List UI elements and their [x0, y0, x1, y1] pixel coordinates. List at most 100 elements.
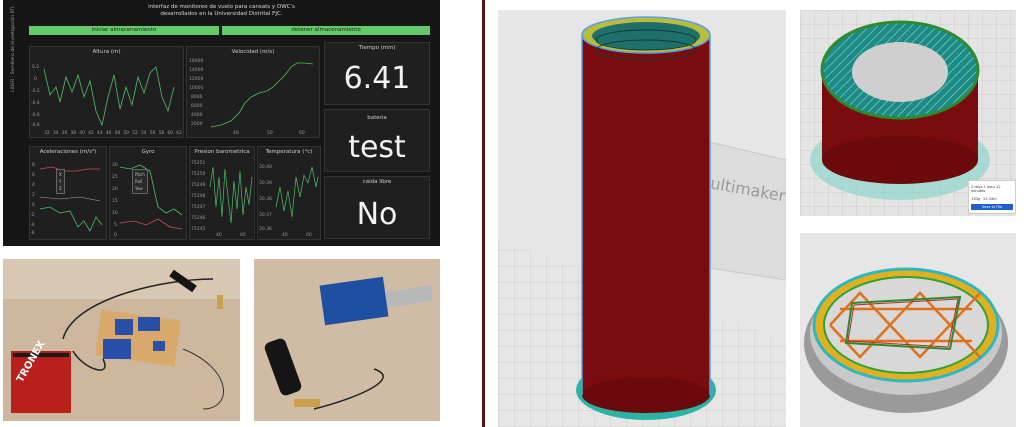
temp-xtick: 40	[282, 233, 288, 238]
altura-xtick: 54	[140, 131, 147, 136]
velocidad-ytick: 12000	[189, 77, 204, 82]
gyro-ytick: 30	[112, 163, 118, 168]
tiempo-value: 6.41	[343, 61, 411, 96]
velocidad-ytick: 4000	[191, 113, 203, 118]
caida-libre-panel: caida libre No	[324, 176, 430, 239]
altura-ytick: -0.4	[31, 101, 40, 106]
acel-ytick: -6	[30, 231, 35, 236]
presion-ytick: 75248	[191, 194, 206, 199]
xbee-photo-image	[254, 259, 440, 421]
acel-ytick: -2	[30, 213, 35, 218]
slicer-tall-cylinder-render	[498, 10, 786, 427]
slicer-view-tall-cylinder: ultimaker	[498, 10, 786, 427]
presion-chart: Presion barometrica 75251 75250 75249 75…	[189, 146, 255, 240]
presion-ytick: 75250	[191, 172, 206, 177]
start-storage-button[interactable]: iniciar almacenamiento	[29, 26, 219, 35]
legend-yaw: Yaw	[135, 186, 143, 191]
slicer-view-infill-disk	[800, 233, 1016, 427]
aceleraciones-legend: X Y Z	[56, 169, 65, 194]
velocidad-ytick: 2000	[191, 122, 203, 127]
altura-xtick: 46	[105, 131, 112, 136]
velocidad-chart: Velocidad (m/s) 16000 14000 12000 10000 …	[186, 46, 320, 138]
gyro-ytick: 5	[114, 223, 117, 228]
velocidad-xtick: 50	[267, 131, 273, 136]
print-estimate-popup: 2 days 1 hour 12 minutes 130g · 22.34m S…	[968, 180, 1016, 214]
dashboard-title: interfaz de monitoreo de vuelo para cans…	[3, 4, 440, 18]
caida-libre-value: No	[356, 197, 398, 232]
presion-ytick: 75251	[191, 161, 206, 166]
legend-roll: Roll	[135, 179, 143, 184]
tiempo-title: Tiempo (min)	[358, 45, 396, 51]
aceleraciones-chart: Aceleraciones (m/s²) X Y Z 8 6 4 2 0 -2 …	[29, 146, 107, 240]
altura-xtick: 60	[167, 131, 174, 136]
gyro-legend: Pitch Roll Yaw	[132, 169, 148, 194]
aceleraciones-plot	[39, 166, 103, 232]
temp-ytick: 30.38	[259, 197, 272, 202]
acel-ytick: 8	[32, 163, 35, 168]
legend-y: Y	[59, 179, 62, 184]
temp-ytick: 30.40	[259, 165, 272, 170]
gyro-chart: Gyro Pitch Roll Yaw 30 25 20 15 10 5 0	[109, 146, 187, 240]
velocidad-ytick: 16000	[189, 59, 204, 64]
stop-storage-button[interactable]: detener almacenamiento	[222, 26, 430, 35]
slicer-infill-disk-render	[800, 233, 1016, 427]
altura-ytick: -0.2	[31, 89, 40, 94]
dashboard-title-line1: interfaz de monitoreo de vuelo para cans…	[148, 4, 295, 10]
vertical-divider	[482, 0, 485, 427]
print-material-text: 130g · 22.34m	[971, 197, 997, 201]
acel-ytick: 4	[32, 183, 35, 188]
legend-z: Z	[59, 186, 62, 191]
temp-ytick: 30.39	[259, 181, 272, 186]
dashboard-title-line2: desarrollados en la Universidad Distrita…	[160, 11, 283, 17]
gyro-ytick: 0	[114, 233, 117, 238]
temperatura-chart: Temperatura (°c) 30.40 30.39 30.38 30.37…	[257, 146, 321, 240]
velocidad-plot	[210, 62, 314, 128]
velocidad-ytick: 10000	[189, 86, 204, 91]
altura-chart: Altura (m) 0.2 0 -0.2 -0.4 -0.6 -0.8 32 …	[29, 46, 184, 138]
save-to-file-button[interactable]: Save to File	[971, 204, 1013, 210]
altura-xtick: 56	[149, 131, 156, 136]
altura-xtick: 62	[176, 131, 182, 136]
altura-xtick: 52	[132, 131, 138, 136]
altura-xtick: 36	[61, 131, 68, 136]
acel-ytick: 2	[32, 193, 35, 198]
acel-ytick: 0	[32, 203, 35, 208]
temp-ytick: 30.36	[259, 227, 272, 232]
presion-ytick: 75246	[191, 216, 206, 221]
altura-xtick: 40	[79, 131, 85, 136]
altura-xtick: 38	[70, 131, 77, 136]
temp-ytick: 30.37	[259, 213, 272, 218]
altura-xtick: 48	[114, 131, 121, 136]
side-label: LIDER - Semillero de investigación RTL	[11, 5, 16, 92]
altura-xtick: 34	[52, 131, 59, 136]
legend-x: X	[59, 172, 62, 177]
tiempo-panel: Tiempo (min) 6.41	[324, 42, 430, 105]
presion-xtick: 60	[240, 233, 246, 238]
legend-pitch: Pitch	[135, 172, 145, 177]
bateria-title: bateria	[367, 115, 387, 121]
circuit-photo: TRONEX	[3, 259, 240, 421]
velocidad-ytick: 14000	[189, 68, 204, 73]
altura-xtick: 44	[96, 131, 103, 136]
altura-xtick: 58	[158, 131, 165, 136]
presion-ytick: 75249	[191, 183, 206, 188]
altura-xtick: 42	[88, 131, 94, 136]
altura-xaxis: 32 34 36 38 40 42 44 46 48 50 52 54 56 5…	[44, 131, 182, 136]
print-time-text: 2 days 1 hour 12 minutes	[971, 185, 1001, 193]
velocidad-xtick: 60	[299, 131, 305, 136]
acel-ytick: -4	[30, 223, 35, 228]
temp-xtick: 60	[306, 233, 312, 238]
velocidad-xtick: 40	[233, 131, 239, 136]
gyro-ytick: 10	[112, 211, 118, 216]
presion-ytick: 75245	[191, 227, 206, 232]
telemetry-dashboard: interfaz de monitoreo de vuelo para cans…	[3, 0, 440, 246]
altura-ytick: 0.2	[32, 65, 40, 70]
altura-ytick: 0	[34, 77, 37, 82]
altura-plot	[43, 66, 175, 127]
xbee-photo	[254, 259, 440, 421]
acel-ytick: 6	[32, 173, 35, 178]
caida-libre-title: caida libre	[362, 179, 392, 185]
bateria-panel: bateria test	[324, 109, 430, 172]
gyro-plot	[119, 164, 183, 230]
velocidad-ytick: 6000	[191, 104, 203, 109]
